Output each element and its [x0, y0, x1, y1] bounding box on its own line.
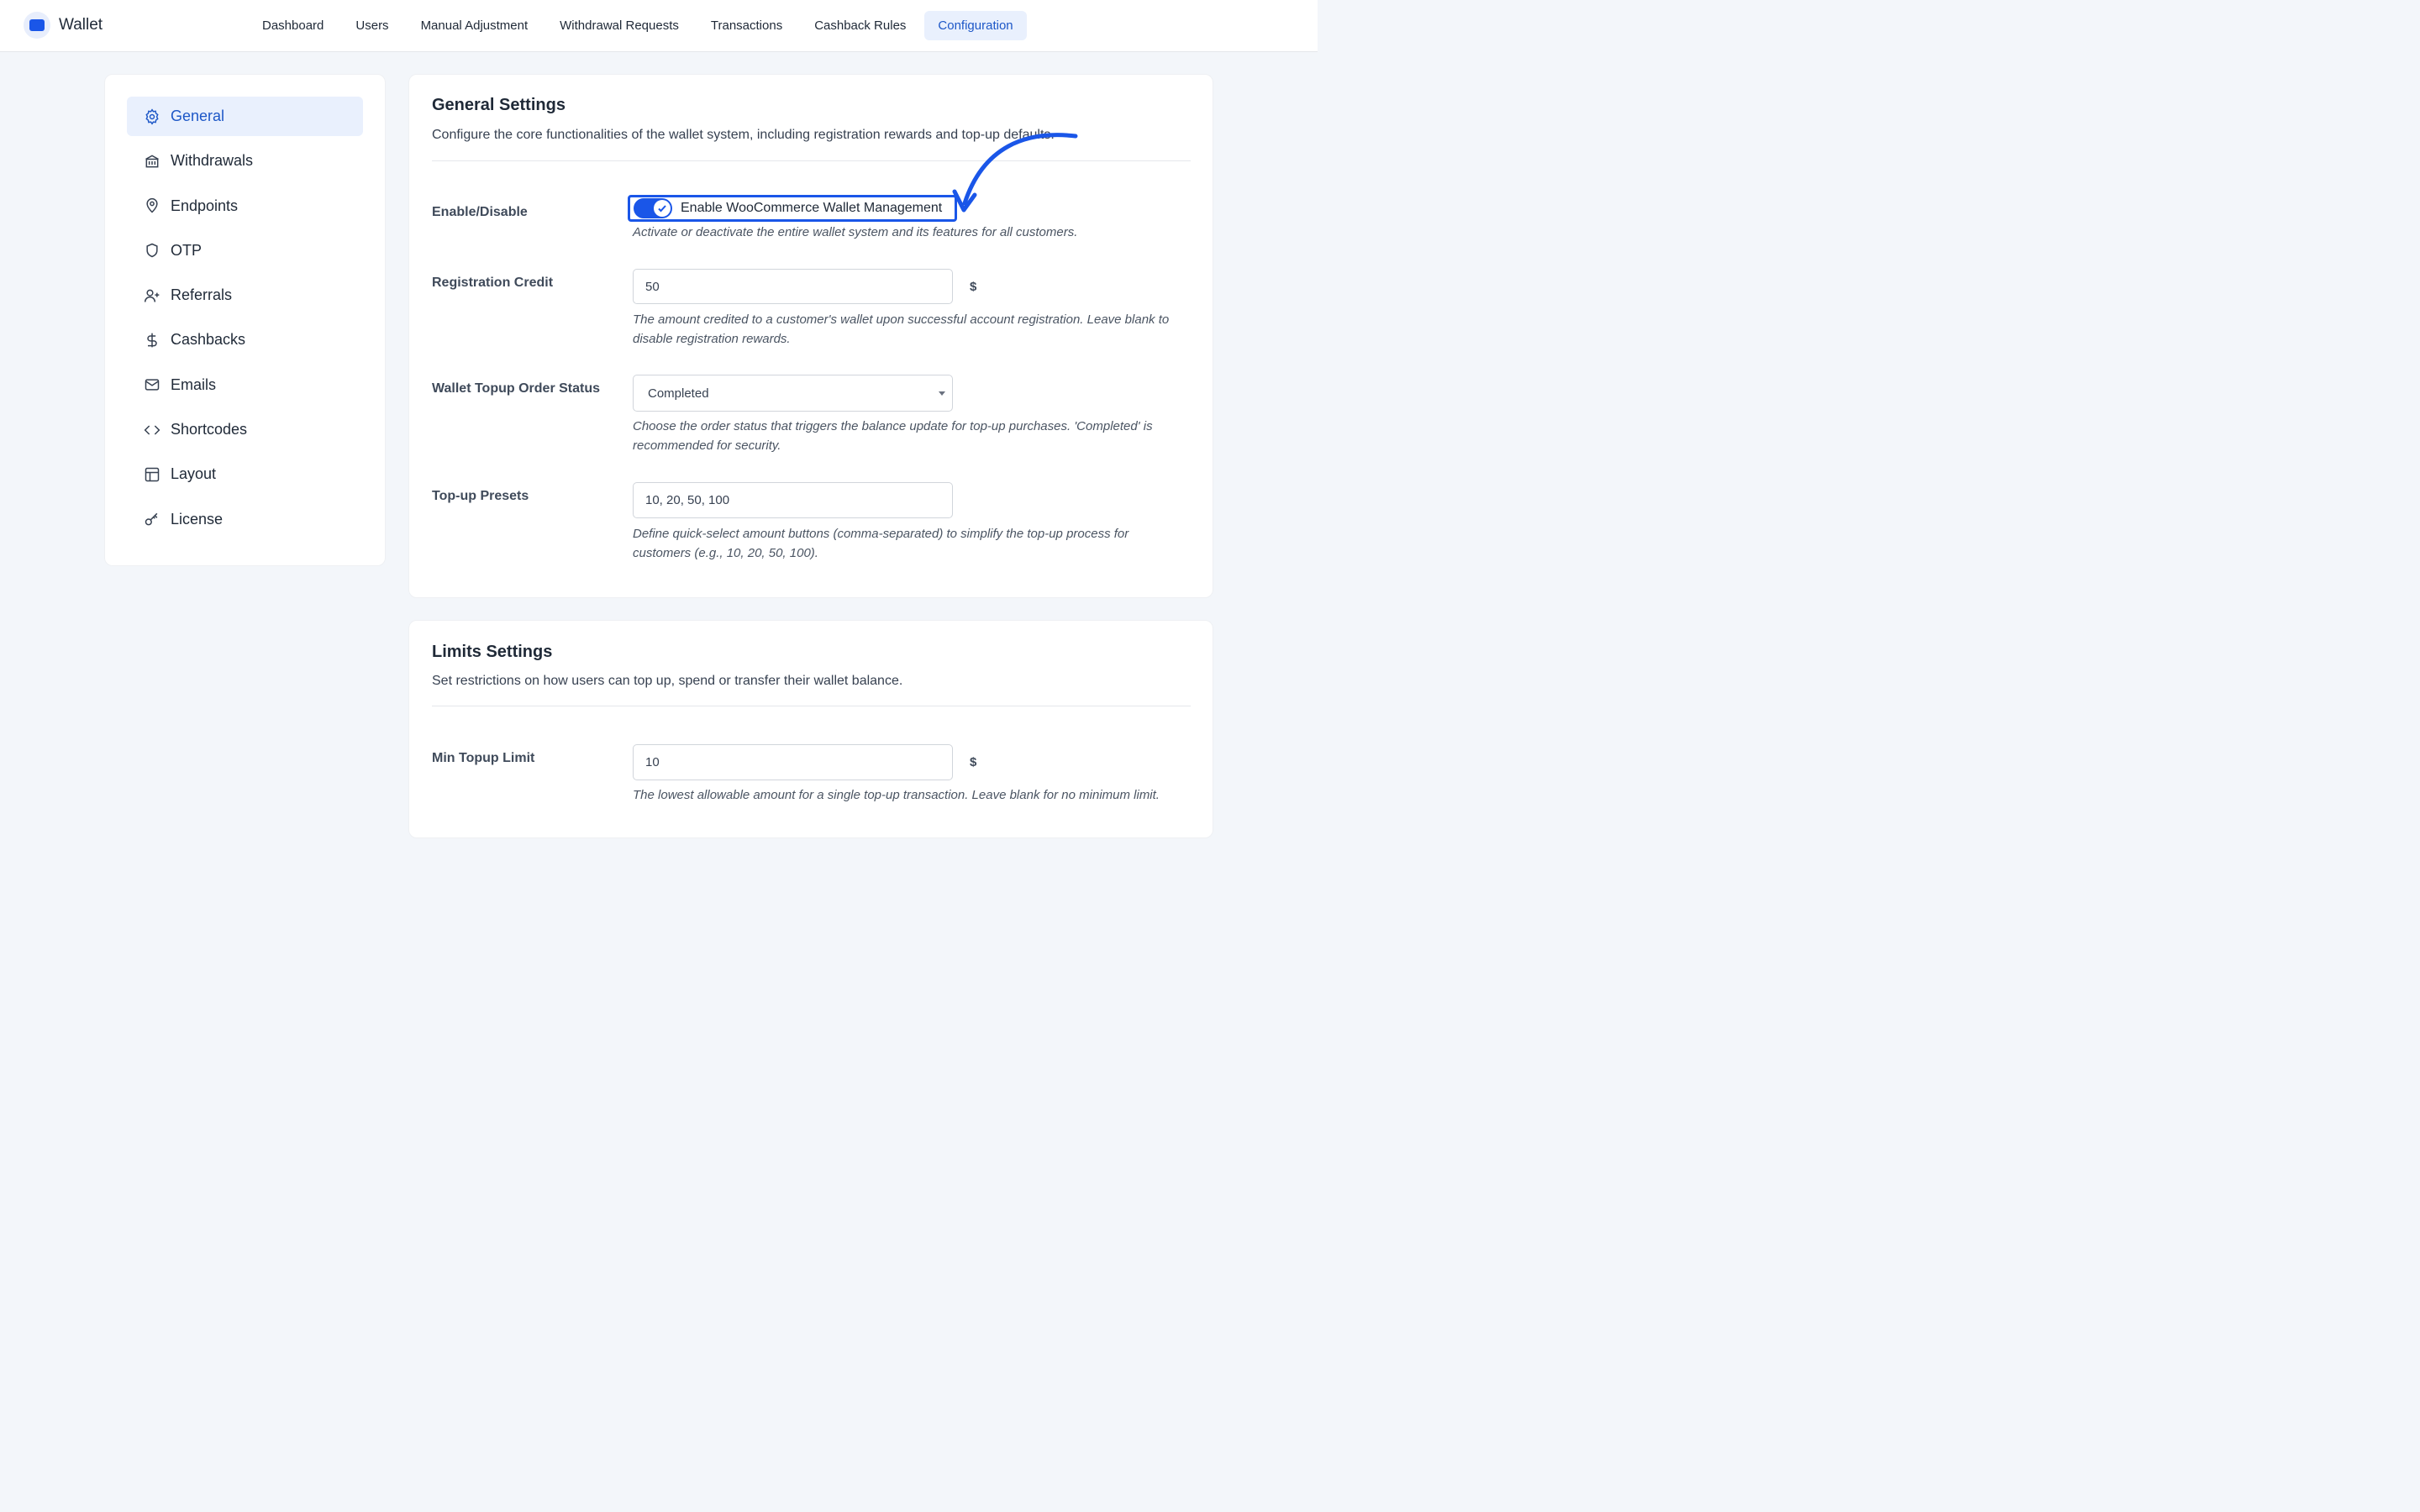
sidebar-item-label: General	[171, 108, 225, 124]
nav-transactions[interactable]: Transactions	[697, 11, 796, 40]
code-icon	[144, 425, 160, 435]
brand[interactable]: Wallet	[24, 12, 103, 39]
nav-manual-adjustment[interactable]: Manual Adjustment	[408, 11, 542, 40]
general-settings-card: General Settings Configure the core func…	[408, 74, 1213, 598]
sidebar-item-layout[interactable]: Layout	[127, 454, 363, 494]
sidebar-item-cashbacks[interactable]: Cashbacks	[127, 320, 363, 360]
min-topup-input[interactable]: 10	[633, 744, 953, 780]
nav-dashboard[interactable]: Dashboard	[249, 11, 337, 40]
settings-sidebar: General Withdrawals Endpoints OTP Referr…	[104, 74, 386, 566]
registration-credit-help: The amount credited to a customer's wall…	[633, 312, 1170, 346]
shield-icon	[146, 244, 158, 258]
annotation-arrow-icon	[952, 133, 1078, 213]
chevron-down-icon	[939, 391, 945, 396]
enable-wallet-toggle[interactable]: Enable WooCommerce Wallet Management	[628, 195, 957, 222]
wallet-logo-icon	[24, 12, 50, 39]
sidebar-item-label: Referrals	[171, 286, 233, 304]
sidebar-item-otp[interactable]: OTP	[127, 231, 363, 270]
sidebar-item-emails[interactable]: Emails	[127, 365, 363, 405]
sidebar-item-endpoints[interactable]: Endpoints	[127, 186, 363, 226]
toggle-label: Enable WooCommerce Wallet Management	[681, 201, 943, 215]
sidebar-item-withdrawals[interactable]: Withdrawals	[127, 141, 363, 181]
nav-configuration[interactable]: Configuration	[924, 11, 1027, 40]
currency-unit: $	[970, 755, 977, 769]
check-icon	[654, 200, 671, 217]
topup-status-select[interactable]: Completed	[633, 375, 953, 412]
main-nav: Dashboard Users Manual Adjustment Withdr…	[249, 11, 1027, 40]
min-topup-help: The lowest allowable amount for a single…	[633, 788, 1160, 802]
enable-help: Activate or deactivate the entire wallet…	[633, 225, 1078, 239]
select-value: Completed	[648, 386, 709, 401]
currency-unit: $	[970, 280, 977, 294]
map-pin-icon	[146, 198, 158, 213]
sidebar-item-label: Withdrawals	[171, 152, 254, 170]
topup-presets-input[interactable]: 10, 20, 50, 100	[633, 482, 953, 518]
sidebar-item-general[interactable]: General	[127, 97, 363, 136]
user-plus-icon	[144, 289, 160, 302]
sidebar-item-label: License	[171, 510, 224, 528]
gear-icon	[145, 108, 159, 125]
sidebar-item-label: Layout	[171, 465, 217, 483]
top-navbar: Wallet Dashboard Users Manual Adjustment…	[0, 0, 1318, 52]
topup-status-help: Choose the order status that triggers th…	[633, 419, 1153, 453]
dollar-icon	[147, 333, 157, 348]
topup-presets-help: Define quick-select amount buttons (comm…	[633, 527, 1129, 560]
sidebar-item-label: Endpoints	[171, 197, 239, 214]
sidebar-item-label: Cashbacks	[171, 331, 246, 349]
enable-label: Enable/Disable	[432, 205, 528, 219]
registration-credit-label: Registration Credit	[432, 276, 554, 290]
sidebar-item-referrals[interactable]: Referrals	[127, 276, 363, 315]
sidebar-item-label: Emails	[171, 375, 217, 393]
registration-credit-input[interactable]: 50	[633, 269, 953, 304]
sidebar-item-license[interactable]: License	[127, 500, 363, 539]
nav-cashback-rules[interactable]: Cashback Rules	[801, 11, 919, 40]
layout-icon	[145, 467, 160, 482]
brand-name: Wallet	[59, 16, 103, 34]
mail-icon	[145, 379, 160, 391]
section-title: General Settings	[432, 96, 566, 114]
nav-withdrawal-requests[interactable]: Withdrawal Requests	[546, 11, 692, 40]
sidebar-item-shortcodes[interactable]: Shortcodes	[127, 410, 363, 449]
section-title: Limits Settings	[432, 643, 553, 661]
limits-settings-card: Limits Settings Set restrictions on how …	[408, 620, 1213, 838]
sidebar-item-label: OTP	[171, 241, 203, 259]
toggle-switch[interactable]	[634, 198, 672, 218]
sidebar-item-label: Shortcodes	[171, 421, 248, 438]
topup-status-label: Wallet Topup Order Status	[432, 381, 601, 396]
bank-icon	[145, 155, 159, 168]
topup-presets-label: Top-up Presets	[432, 489, 529, 503]
key-icon	[145, 512, 158, 526]
min-topup-label: Min Topup Limit	[432, 751, 535, 765]
section-description: Set restrictions on how users can top up…	[432, 674, 903, 688]
nav-users[interactable]: Users	[342, 11, 402, 40]
